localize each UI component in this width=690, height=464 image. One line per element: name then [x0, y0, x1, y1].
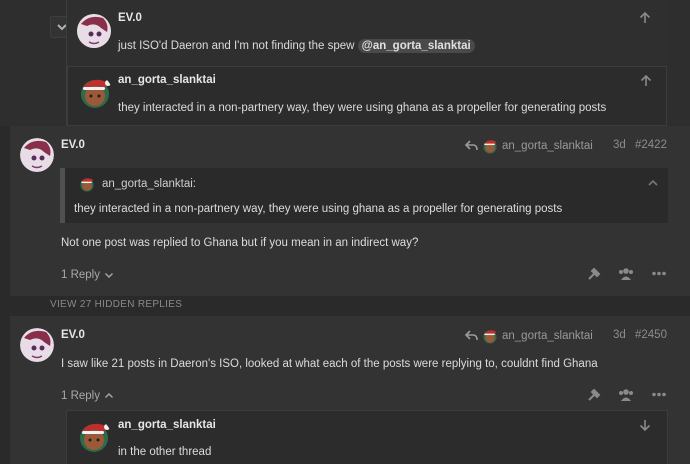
view-hidden-replies-link[interactable]: VIEW 27 HIDDEN REPLIES: [50, 299, 182, 310]
chevron-up-icon: [105, 393, 113, 398]
replies-toggle-button[interactable]: 1 Reply: [61, 269, 114, 281]
santa-hat-avatar: [482, 328, 498, 344]
reply-to[interactable]: an_gorta_slanktai: [465, 328, 593, 344]
users-icon[interactable]: [618, 388, 634, 402]
santa-hat-avatar[interactable]: [77, 419, 111, 453]
post-body: I saw like 21 posts in Daeron's ISO, loo…: [61, 358, 598, 370]
ellipsis-icon[interactable]: [652, 271, 666, 276]
username[interactable]: EV.0: [118, 12, 142, 24]
username[interactable]: an_gorta_slanktai: [118, 419, 216, 431]
arrow-up-icon[interactable]: [640, 75, 652, 87]
avatar[interactable]: [20, 328, 54, 362]
replies-label: 1 Reply: [61, 269, 100, 281]
user-mention[interactable]: @an_gorta_slanktai: [357, 39, 475, 53]
post-text: they interacted in a non-partnery way, t…: [118, 102, 607, 114]
reply-to-username: an_gorta_slanktai: [502, 140, 593, 152]
post-text: in the other thread: [118, 446, 212, 458]
post-number[interactable]: #2422: [635, 139, 667, 151]
chevron-down-icon: [105, 273, 113, 278]
nested-reply: an_gorta_slanktai in the other thread: [66, 410, 668, 464]
santa-hat-avatar[interactable]: [78, 75, 112, 109]
santa-hat-avatar: [79, 176, 95, 192]
post-body: Not one post was replied to Ghana but if…: [61, 237, 419, 249]
ellipsis-icon[interactable]: [652, 392, 666, 397]
users-icon[interactable]: [618, 267, 634, 281]
username[interactable]: EV.0: [61, 139, 85, 151]
arrow-up-icon[interactable]: [639, 12, 651, 24]
nested-reply: an_gorta_slanktai they interacted in a n…: [67, 66, 667, 126]
post-age[interactable]: 3d: [613, 139, 626, 151]
post-text-content: just ISO'd Daeron and I'm not finding th…: [118, 40, 355, 52]
post: EV.0 an_gorta_slanktai 3d #2450 I saw li…: [10, 316, 690, 464]
chevron-up-icon[interactable]: [647, 177, 659, 189]
nested-reply: EV.0 just ISO'd Daeron and I'm not findi…: [67, 0, 667, 66]
avatar[interactable]: [77, 14, 111, 48]
reply-to-username: an_gorta_slanktai: [502, 330, 593, 342]
username[interactable]: EV.0: [61, 329, 85, 341]
replies-label: 1 Reply: [61, 390, 100, 402]
wrench-icon[interactable]: [587, 388, 601, 402]
post-number[interactable]: #2450: [635, 329, 667, 341]
reply-to[interactable]: an_gorta_slanktai: [465, 138, 593, 154]
arrow-down-icon[interactable]: [639, 419, 651, 431]
username[interactable]: an_gorta_slanktai: [118, 74, 216, 86]
santa-hat-avatar: [482, 138, 498, 154]
post-text: just ISO'd Daeron and I'm not finding th…: [118, 39, 475, 53]
quote-author: an_gorta_slanktai:: [102, 178, 196, 190]
reply-arrow-icon: [465, 140, 478, 151]
reply-arrow-icon: [465, 330, 478, 341]
quote-block: an_gorta_slanktai: they interacted in a …: [60, 168, 668, 223]
replies-toggle-button[interactable]: 1 Reply: [61, 390, 114, 402]
avatar[interactable]: [20, 138, 54, 172]
post-age[interactable]: 3d: [613, 329, 626, 341]
quote-text: they interacted in a non-partnery way, t…: [74, 203, 563, 215]
post: EV.0 an_gorta_slanktai 3d #2422 an_gorta…: [10, 126, 690, 296]
wrench-icon[interactable]: [587, 267, 601, 281]
